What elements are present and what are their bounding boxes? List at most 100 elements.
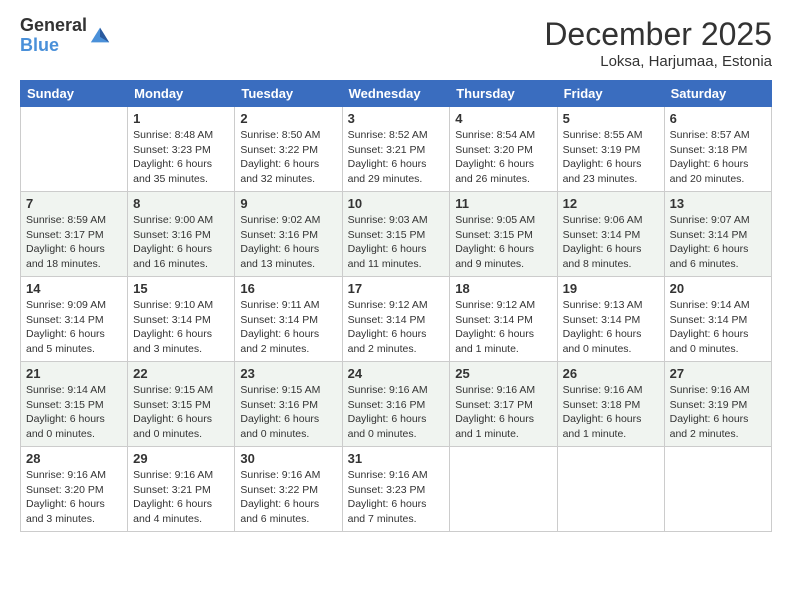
calendar-week-3: 14 Sunrise: 9:09 AMSunset: 3:14 PMDayligh… [21, 277, 772, 362]
day-info: Sunrise: 9:05 AMSunset: 3:15 PMDaylight:… [455, 213, 551, 272]
day-info: Sunrise: 9:10 AMSunset: 3:14 PMDaylight:… [133, 298, 229, 357]
day-info: Sunrise: 9:14 AMSunset: 3:14 PMDaylight:… [670, 298, 766, 357]
day-number: 3 [348, 111, 445, 126]
header: General Blue December 2025 Loksa, Harjum… [20, 16, 772, 70]
day-number: 18 [455, 281, 551, 296]
calendar-cell: 18Sunrise: 9:12 AMSunset: 3:14 PMDayligh… [450, 277, 557, 362]
calendar-body: 1 Sunrise: 8:48 AMSunset: 3:23 PMDaylight… [21, 107, 772, 532]
logo-icon [89, 24, 111, 46]
calendar-week-5: 28 Sunrise: 9:16 AMSunset: 3:20 PMDayligh… [21, 447, 772, 532]
logo: General Blue [20, 16, 111, 56]
calendar-cell: 2Sunrise: 8:50 AMSunset: 3:22 PMDaylight… [235, 107, 342, 192]
calendar-cell: 6 Sunrise: 8:57 AMSunset: 3:18 PMDaylight… [664, 107, 771, 192]
calendar-cell: 1 Sunrise: 8:48 AMSunset: 3:23 PMDaylight… [128, 107, 235, 192]
day-info: Sunrise: 9:06 AMSunset: 3:14 PMDaylight:… [563, 213, 659, 272]
day-info: Sunrise: 9:07 AMSunset: 3:14 PMDaylight:… [670, 213, 766, 272]
day-number: 20 [670, 281, 766, 296]
calendar-cell: 14 Sunrise: 9:09 AMSunset: 3:14 PMDayligh… [21, 277, 128, 362]
calendar-cell: 11 Sunrise: 9:05 AMSunset: 3:15 PMDayligh… [450, 192, 557, 277]
day-info: Sunrise: 9:16 AMSunset: 3:16 PMDaylight:… [348, 383, 445, 442]
title-area: December 2025 Loksa, Harjumaa, Estonia [544, 16, 772, 70]
calendar-cell: 8Sunrise: 9:00 AMSunset: 3:16 PMDaylight… [128, 192, 235, 277]
day-info: Sunrise: 9:02 AMSunset: 3:16 PMDaylight:… [240, 213, 336, 272]
calendar-table: Sunday Monday Tuesday Wednesday Thursday… [20, 80, 772, 532]
calendar-cell: 31Sunrise: 9:16 AMSunset: 3:23 PMDayligh… [342, 447, 450, 532]
calendar-cell: 23Sunrise: 9:15 AMSunset: 3:16 PMDayligh… [235, 362, 342, 447]
day-number: 24 [348, 366, 445, 381]
day-number: 27 [670, 366, 766, 381]
logo-line1: General [20, 16, 87, 36]
calendar-cell: 3 Sunrise: 8:52 AMSunset: 3:21 PMDaylight… [342, 107, 450, 192]
day-info: Sunrise: 8:55 AMSunset: 3:19 PMDaylight:… [563, 128, 659, 187]
day-number: 30 [240, 451, 336, 466]
day-info: Sunrise: 9:16 AMSunset: 3:18 PMDaylight:… [563, 383, 659, 442]
day-info: Sunrise: 9:16 AMSunset: 3:23 PMDaylight:… [348, 468, 445, 527]
day-info: Sunrise: 9:09 AMSunset: 3:14 PMDaylight:… [26, 298, 122, 357]
calendar-cell [450, 447, 557, 532]
day-number: 26 [563, 366, 659, 381]
col-thursday: Thursday [450, 81, 557, 107]
calendar-cell: 16 Sunrise: 9:11 AMSunset: 3:14 PMDayligh… [235, 277, 342, 362]
calendar-cell: 7 Sunrise: 8:59 AMSunset: 3:17 PMDaylight… [21, 192, 128, 277]
day-number: 14 [26, 281, 122, 296]
day-info: Sunrise: 8:59 AMSunset: 3:17 PMDaylight:… [26, 213, 122, 272]
calendar-cell: 22 Sunrise: 9:15 AMSunset: 3:15 PMDayligh… [128, 362, 235, 447]
day-number: 29 [133, 451, 229, 466]
day-info: Sunrise: 9:15 AMSunset: 3:15 PMDaylight:… [133, 383, 229, 442]
day-number: 19 [563, 281, 659, 296]
day-number: 17 [348, 281, 445, 296]
day-number: 22 [133, 366, 229, 381]
day-number: 8 [133, 196, 229, 211]
logo-line2: Blue [20, 36, 87, 56]
day-info: Sunrise: 8:54 AMSunset: 3:20 PMDaylight:… [455, 128, 551, 187]
day-number: 4 [455, 111, 551, 126]
day-number: 1 [133, 111, 229, 126]
day-number: 11 [455, 196, 551, 211]
header-row: Sunday Monday Tuesday Wednesday Thursday… [21, 81, 772, 107]
day-info: Sunrise: 9:12 AMSunset: 3:14 PMDaylight:… [348, 298, 445, 357]
calendar-cell: 21Sunrise: 9:14 AMSunset: 3:15 PMDayligh… [21, 362, 128, 447]
calendar-cell: 17 Sunrise: 9:12 AMSunset: 3:14 PMDayligh… [342, 277, 450, 362]
month-title: December 2025 [544, 16, 772, 53]
calendar-cell: 30Sunrise: 9:16 AMSunset: 3:22 PMDayligh… [235, 447, 342, 532]
calendar-cell: 10Sunrise: 9:03 AMSunset: 3:15 PMDayligh… [342, 192, 450, 277]
day-info: Sunrise: 8:52 AMSunset: 3:21 PMDaylight:… [348, 128, 445, 187]
day-number: 28 [26, 451, 122, 466]
calendar-cell: 26 Sunrise: 9:16 AMSunset: 3:18 PMDayligh… [557, 362, 664, 447]
calendar-cell: 15 Sunrise: 9:10 AMSunset: 3:14 PMDayligh… [128, 277, 235, 362]
day-info: Sunrise: 9:16 AMSunset: 3:20 PMDaylight:… [26, 468, 122, 527]
day-number: 25 [455, 366, 551, 381]
col-friday: Friday [557, 81, 664, 107]
day-info: Sunrise: 9:16 AMSunset: 3:21 PMDaylight:… [133, 468, 229, 527]
day-number: 7 [26, 196, 122, 211]
logo-text: General Blue [20, 16, 87, 56]
day-info: Sunrise: 9:13 AMSunset: 3:14 PMDaylight:… [563, 298, 659, 357]
col-monday: Monday [128, 81, 235, 107]
day-number: 2 [240, 111, 336, 126]
day-number: 6 [670, 111, 766, 126]
day-number: 13 [670, 196, 766, 211]
day-number: 10 [348, 196, 445, 211]
day-info: Sunrise: 8:48 AMSunset: 3:23 PMDaylight:… [133, 128, 229, 187]
calendar-week-2: 7 Sunrise: 8:59 AMSunset: 3:17 PMDaylight… [21, 192, 772, 277]
day-number: 16 [240, 281, 336, 296]
col-tuesday: Tuesday [235, 81, 342, 107]
calendar-cell: 29 Sunrise: 9:16 AMSunset: 3:21 PMDayligh… [128, 447, 235, 532]
col-saturday: Saturday [664, 81, 771, 107]
location: Loksa, Harjumaa, Estonia [544, 53, 772, 70]
day-number: 5 [563, 111, 659, 126]
calendar-cell: 24 Sunrise: 9:16 AMSunset: 3:16 PMDayligh… [342, 362, 450, 447]
calendar-cell: 19 Sunrise: 9:13 AMSunset: 3:14 PMDayligh… [557, 277, 664, 362]
calendar-cell [557, 447, 664, 532]
day-info: Sunrise: 8:57 AMSunset: 3:18 PMDaylight:… [670, 128, 766, 187]
calendar-cell: 9 Sunrise: 9:02 AMSunset: 3:16 PMDaylight… [235, 192, 342, 277]
day-number: 9 [240, 196, 336, 211]
calendar-week-4: 21Sunrise: 9:14 AMSunset: 3:15 PMDayligh… [21, 362, 772, 447]
calendar-week-1: 1 Sunrise: 8:48 AMSunset: 3:23 PMDaylight… [21, 107, 772, 192]
day-info: Sunrise: 9:11 AMSunset: 3:14 PMDaylight:… [240, 298, 336, 357]
day-number: 15 [133, 281, 229, 296]
day-info: Sunrise: 9:16 AMSunset: 3:19 PMDaylight:… [670, 383, 766, 442]
day-info: Sunrise: 9:15 AMSunset: 3:16 PMDaylight:… [240, 383, 336, 442]
col-wednesday: Wednesday [342, 81, 450, 107]
calendar-cell [664, 447, 771, 532]
